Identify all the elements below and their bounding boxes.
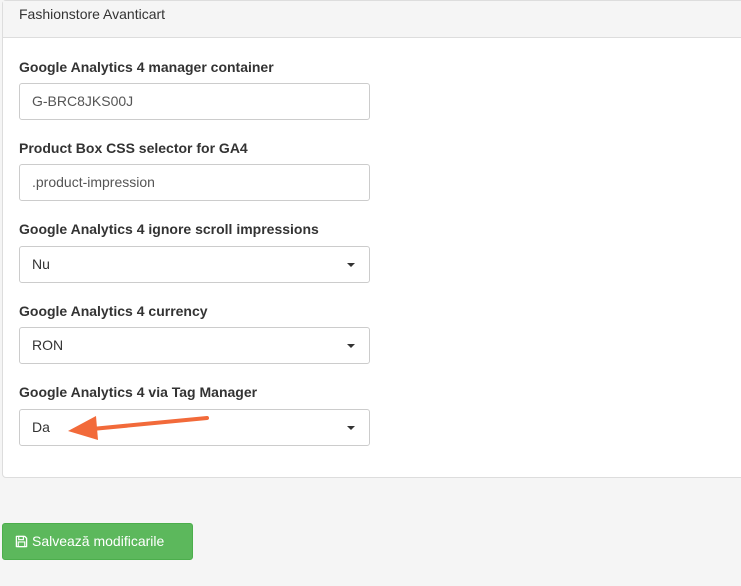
caret-down-icon <box>347 426 355 430</box>
ignore-scroll-value: Nu <box>32 256 50 272</box>
settings-panel: Fashionstore Avanticart Google Analytics… <box>2 0 741 478</box>
currency-select[interactable]: RON <box>19 327 370 364</box>
ignore-scroll-label: Google Analytics 4 ignore scroll impress… <box>19 221 319 237</box>
via-tag-manager-value: Da <box>32 419 50 435</box>
save-button-label: Salvează modificarile <box>32 533 165 549</box>
panel-title: Fashionstore Avanticart <box>19 6 166 22</box>
via-tag-manager-label: Google Analytics 4 via Tag Manager <box>19 384 258 400</box>
ignore-scroll-select[interactable]: Nu <box>19 246 370 283</box>
floppy-disk-icon <box>15 535 28 548</box>
currency-label: Google Analytics 4 currency <box>19 303 208 319</box>
caret-down-icon <box>347 344 355 348</box>
panel-heading: Fashionstore Avanticart <box>3 1 741 38</box>
caret-down-icon <box>347 263 355 267</box>
gtm-container-label: Google Analytics 4 manager container <box>19 59 274 75</box>
currency-value: RON <box>32 337 64 353</box>
via-tag-manager-select[interactable]: Da <box>19 409 370 446</box>
save-button[interactable]: Salvează modificarile <box>2 523 193 560</box>
product-box-selector-label: Product Box CSS selector for GA4 <box>19 140 248 156</box>
product-box-selector-input[interactable]: .product-impression <box>19 164 370 201</box>
gtm-container-input[interactable]: G-BRC8JKS00J <box>19 83 370 120</box>
